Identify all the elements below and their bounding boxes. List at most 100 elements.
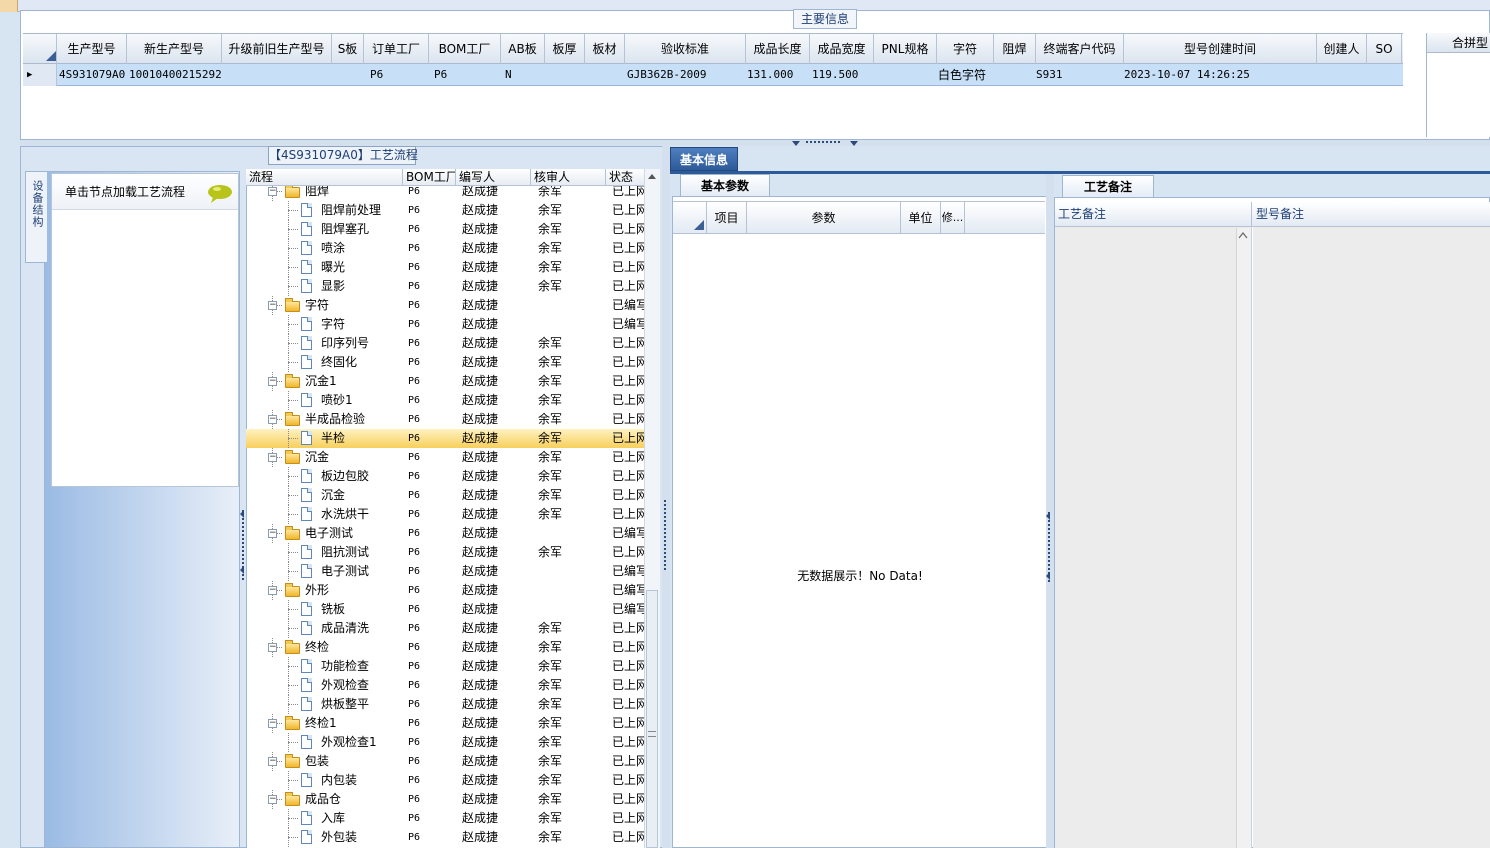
col-so[interactable]: SO: [1367, 34, 1402, 64]
vertical-splitter[interactable]: [662, 146, 670, 848]
col-pnl[interactable]: PNL规格: [874, 34, 937, 64]
col-char[interactable]: 字符: [937, 34, 994, 64]
remark-scrollbar[interactable]: [1236, 228, 1251, 848]
tree-row[interactable]: 阻焊塞孔 P6 赵成捷 余军 已上网: [246, 220, 644, 239]
tree-row[interactable]: 内包装 P6 赵成捷 余军 已上网: [246, 771, 644, 790]
tree-status-cell: 已编写: [612, 298, 644, 312]
tree-row[interactable]: 外包装 P6 赵成捷 余军 已上网: [246, 828, 644, 847]
tree-row[interactable]: 曝光 P6 赵成捷 余军 已上网: [246, 258, 644, 277]
tree-row[interactable]: − 外形 P6 赵成捷 已编写: [246, 581, 644, 600]
col-material[interactable]: 板材: [585, 34, 625, 64]
tree-row[interactable]: 电子测试 P6 赵成捷 已编写: [246, 562, 644, 581]
collapse-toggle-icon[interactable]: −: [268, 453, 277, 462]
col-width[interactable]: 成品宽度: [810, 34, 874, 64]
col-s-board[interactable]: S板: [332, 34, 364, 64]
scroll-thumb[interactable]: [646, 590, 658, 848]
tree-row[interactable]: 半检 P6 赵成捷 余军 已上网: [246, 429, 644, 448]
tree-row[interactable]: − 终检 P6 赵成捷 余军 已上网: [246, 638, 644, 657]
col-reviewer[interactable]: 核审人: [531, 169, 606, 186]
collapse-toggle-icon[interactable]: −: [268, 529, 277, 538]
col-created-time[interactable]: 型号创建时间: [1124, 34, 1317, 64]
tree-writer-cell: 赵成捷: [462, 754, 499, 768]
col-modify[interactable]: 修...: [941, 202, 965, 234]
col-ab-board[interactable]: AB板: [501, 34, 545, 64]
tab-process-remarks[interactable]: 工艺备注: [1062, 175, 1154, 197]
tree-row[interactable]: − 终检1 P6 赵成捷 余军 已上网: [246, 714, 644, 733]
tree-row[interactable]: 阻抗测试 P6 赵成捷 余军 已上网: [246, 543, 644, 562]
col-bom-factory[interactable]: BOM工厂: [429, 34, 501, 64]
col-status[interactable]: 状态: [606, 169, 646, 186]
collapse-toggle-icon[interactable]: −: [268, 757, 277, 766]
tree-row[interactable]: 烘板整平 P6 赵成捷 余军 已上网: [246, 695, 644, 714]
collapse-toggle-icon[interactable]: −: [268, 795, 277, 804]
col-model-remark[interactable]: 型号备注: [1253, 202, 1483, 226]
tree-row[interactable]: − 沉金1 P6 赵成捷 余军 已上网: [246, 372, 644, 391]
tree-row[interactable]: 外观检查 P6 赵成捷 余军 已上网: [246, 676, 644, 695]
col-item[interactable]: 项目: [707, 202, 747, 234]
collapse-toggle-icon[interactable]: −: [268, 719, 277, 728]
scroll-up-icon[interactable]: [1238, 231, 1248, 239]
tree-status-cell: 已上网: [612, 621, 644, 635]
collapse-left-icon[interactable]: [240, 566, 244, 574]
folder-icon: [285, 583, 300, 597]
col-solder[interactable]: 阻焊: [994, 34, 1036, 64]
collapse-toggle-icon[interactable]: −: [268, 187, 277, 196]
tree-row[interactable]: − 成品仓 P6 赵成捷 余军 已上网: [246, 790, 644, 809]
col-thickness[interactable]: 板厚: [545, 34, 585, 64]
tree-row[interactable]: 终固化 P6 赵成捷 余军 已上网: [246, 353, 644, 372]
tree-row[interactable]: − 字符 P6 赵成捷 已编写: [246, 296, 644, 315]
tree-row[interactable]: − 半成品检验 P6 赵成捷 余军 已上网: [246, 410, 644, 429]
scroll-up-icon[interactable]: [644, 169, 660, 185]
tree-bom-cell: P6: [408, 718, 421, 729]
tree-row[interactable]: − 包装 P6 赵成捷 余军 已上网: [246, 752, 644, 771]
tree-row[interactable]: 外观检查1 P6 赵成捷 余军 已上网: [246, 733, 644, 752]
collapse-left-icon[interactable]: [1046, 512, 1050, 520]
tree-row[interactable]: 功能检查 P6 赵成捷 余军 已上网: [246, 657, 644, 676]
col-process-remark[interactable]: 工艺备注: [1055, 202, 1252, 226]
col-creator[interactable]: 创建人: [1317, 34, 1367, 64]
tree-row[interactable]: 显影 P6 赵成捷 余军 已上网: [246, 277, 644, 296]
collapse-toggle-icon[interactable]: −: [268, 377, 277, 386]
col-new-prod-model[interactable]: 新生产型号: [127, 34, 222, 64]
col-prod-model[interactable]: 生产型号: [57, 34, 127, 64]
tree-writer-cell: 赵成捷: [462, 450, 499, 464]
tree-row[interactable]: 喷涂 P6 赵成捷 余军 已上网: [246, 239, 644, 258]
tree-row[interactable]: 字符 P6 赵成捷 已编写: [246, 315, 644, 334]
col-order-factory[interactable]: 订单工厂: [364, 34, 429, 64]
tree-row[interactable]: 印序列号 P6 赵成捷 余军 已上网: [246, 334, 644, 353]
collapse-left-icon[interactable]: [240, 510, 244, 518]
tree-row[interactable]: − 电子测试 P6 赵成捷 已编写: [246, 524, 644, 543]
col-writer[interactable]: 编写人: [456, 169, 531, 186]
collapse-toggle-icon[interactable]: −: [268, 415, 277, 424]
col-old-model[interactable]: 升级前旧生产型号: [222, 34, 332, 64]
tree-row[interactable]: 水洗烘干 P6 赵成捷 余军 已上网: [246, 505, 644, 524]
collapse-left-icon[interactable]: [1046, 572, 1050, 580]
col-flow[interactable]: 流程: [246, 169, 403, 186]
tree-row[interactable]: 铣板 P6 赵成捷 已编写: [246, 600, 644, 619]
vertical-splitter[interactable]: [1046, 174, 1054, 848]
col-param[interactable]: 参数: [747, 202, 901, 234]
col-length[interactable]: 成品长度: [746, 34, 810, 64]
tree-row[interactable]: 沉金 P6 赵成捷 余军 已上网: [246, 486, 644, 505]
col-unit[interactable]: 单位: [901, 202, 941, 234]
tree-row[interactable]: 成品清洗 P6 赵成捷 余军 已上网: [246, 619, 644, 638]
tree-row[interactable]: 喷砂1 P6 赵成捷 余军 已上网: [246, 391, 644, 410]
tree-row[interactable]: − 沉金 P6 赵成捷 余军 已上网: [246, 448, 644, 467]
collapse-toggle-icon[interactable]: −: [268, 643, 277, 652]
tab-basic-params[interactable]: 基本参数: [680, 174, 770, 196]
collapse-toggle-icon[interactable]: −: [268, 301, 277, 310]
tree-row[interactable]: 入库 P6 赵成捷 余军 已上网: [246, 809, 644, 828]
splitter-grip[interactable]: [664, 500, 668, 570]
tab-basic-info[interactable]: 基本信息: [670, 147, 738, 171]
process-remark-field[interactable]: [1055, 227, 1252, 848]
col-customer-code[interactable]: 终端客户代码: [1036, 34, 1124, 64]
splitter-grip-icon[interactable]: [806, 141, 840, 144]
collapse-toggle-icon[interactable]: −: [268, 586, 277, 595]
tree-row[interactable]: 板边包胶 P6 赵成捷 余军 已上网: [246, 467, 644, 486]
col-accept-std[interactable]: 验收标准: [625, 34, 746, 64]
col-bom-factory[interactable]: BOM工厂: [403, 169, 456, 186]
table-row[interactable]: ▶ 4S931079A0 10010400215292 P6 P6 N GJB3…: [23, 64, 1403, 86]
speech-bubble-icon[interactable]: [207, 184, 233, 204]
tree-row[interactable]: 阻焊前处理 P6 赵成捷 余军 已上网: [246, 201, 644, 220]
model-remark-field[interactable]: [1253, 227, 1490, 848]
